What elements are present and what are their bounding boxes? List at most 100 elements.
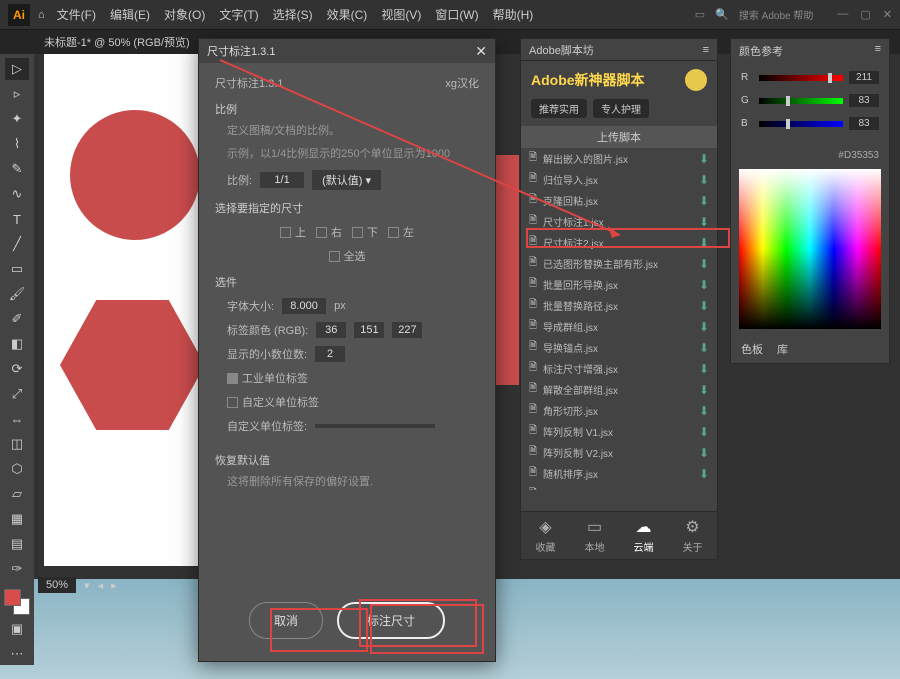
cancel-button[interactable]: 取消	[249, 602, 323, 639]
minimize-icon[interactable]: —	[837, 8, 848, 21]
layout-icon[interactable]: ▭	[695, 8, 705, 21]
menu-edit[interactable]: 编辑(E)	[110, 6, 150, 23]
download-icon[interactable]: ⬇	[699, 362, 709, 376]
download-icon[interactable]: ⬇	[699, 320, 709, 334]
dialog-titlebar[interactable]: 尺寸标注1.3.1 ✕	[199, 39, 495, 63]
menu-effect[interactable]: 效果(C)	[327, 6, 368, 23]
zoom-select[interactable]: 50%	[38, 577, 76, 593]
lasso-tool[interactable]: ⌇	[5, 133, 29, 155]
edit-toolbar[interactable]: ⋯	[5, 643, 29, 665]
script-item[interactable]: 🗎角形切形.jsx⬇	[521, 400, 717, 421]
home-icon[interactable]: ⌂	[38, 9, 45, 21]
magic-wand-tool[interactable]: ✦	[5, 108, 29, 130]
gradient-tool[interactable]: ▤	[5, 533, 29, 555]
menu-help[interactable]: 帮助(H)	[493, 6, 534, 23]
curvature-tool[interactable]: ∿	[5, 183, 29, 205]
mesh-tool[interactable]: ▦	[5, 508, 29, 530]
download-icon[interactable]: ⬇	[699, 278, 709, 292]
chk-bottom[interactable]: 下	[352, 224, 378, 240]
maximize-icon[interactable]: ▢	[860, 8, 870, 21]
perspective-tool[interactable]: ▱	[5, 483, 29, 505]
chk-top[interactable]: 上	[280, 224, 306, 240]
color-r-input[interactable]: 36	[316, 322, 346, 338]
g-value[interactable]: 83	[849, 94, 879, 107]
color-swatches[interactable]	[4, 589, 30, 615]
swatch-tab[interactable]: 色板	[741, 341, 763, 357]
chk-industrial[interactable]: 工业单位标签	[227, 370, 308, 386]
foreground-swatch[interactable]	[4, 589, 21, 606]
r-slider[interactable]	[759, 75, 843, 81]
script-item[interactable]: 🗎批量回形导换.jsx⬇	[521, 274, 717, 295]
tag-recommended[interactable]: 推荐实用	[531, 99, 587, 118]
width-tool[interactable]: ⇔	[5, 408, 29, 430]
download-icon[interactable]: ⬇	[699, 383, 709, 397]
script-item[interactable]: 🗎导换锚点.jsx⬇	[521, 337, 717, 358]
script-item[interactable]: 🗎标注尺寸增强.jsx⬇	[521, 358, 717, 379]
chk-right[interactable]: 右	[316, 224, 342, 240]
scale-default-select[interactable]: (默认值) ▾	[312, 170, 381, 190]
script-item[interactable]: 🗎归位导入.jsx⬇	[521, 169, 717, 190]
download-icon[interactable]: ⬇	[699, 152, 709, 166]
download-icon[interactable]: ⬇	[699, 446, 709, 460]
script-item[interactable]: 🗎解散全部群组.jsx⬇	[521, 379, 717, 400]
r-value[interactable]: 211	[849, 71, 879, 84]
tab-about[interactable]: ⚙关于	[683, 517, 703, 554]
script-item[interactable]: 🗎解出嵌入的图片.jsx⬇	[521, 148, 717, 169]
eraser-tool[interactable]: ◧	[5, 333, 29, 355]
g-slider[interactable]	[759, 98, 843, 104]
menu-window[interactable]: 窗口(W)	[435, 6, 478, 23]
download-icon[interactable]: ⬇	[699, 467, 709, 481]
shaper-tool[interactable]: ✐	[5, 308, 29, 330]
custom-input[interactable]	[315, 424, 435, 428]
brush-tool[interactable]: 🖌	[5, 283, 29, 305]
script-item[interactable]: 🗎随机排序.jsx⬇	[521, 463, 717, 484]
document-tab[interactable]: 未标题-1* @ 50% (RGB/预览)	[44, 34, 190, 50]
free-transform-tool[interactable]: ◫	[5, 433, 29, 455]
download-icon[interactable]: ⬇	[699, 341, 709, 355]
nav-prev-icon[interactable]: ◂	[98, 579, 104, 592]
menu-view[interactable]: 视图(V)	[381, 6, 421, 23]
rectangle-tool[interactable]: ▭	[5, 258, 29, 280]
zoom-dropdown-icon[interactable]: ▾	[84, 579, 90, 592]
scale-tool[interactable]: ⤢	[5, 383, 29, 405]
download-icon[interactable]: ⬇	[699, 488, 709, 491]
download-icon[interactable]: ⬇	[699, 425, 709, 439]
chk-custom[interactable]: 自定义单位标签	[227, 394, 319, 410]
script-item[interactable]: 🗎颜色效换脚本.jsx⬇	[521, 484, 717, 490]
download-icon[interactable]: ⬇	[699, 215, 709, 229]
screen-mode-tool[interactable]: ▣	[5, 618, 29, 640]
circle-shape[interactable]	[70, 110, 200, 240]
rotate-tool[interactable]: ⟳	[5, 358, 29, 380]
script-item[interactable]: 🗎阵列反制 V2.jsx⬇	[521, 442, 717, 463]
color-b-input[interactable]: 227	[392, 322, 422, 338]
b-value[interactable]: 83	[849, 117, 879, 130]
color-g-input[interactable]: 151	[354, 322, 384, 338]
menu-select[interactable]: 选择(S)	[273, 6, 313, 23]
color-spectrum[interactable]	[739, 169, 881, 329]
color-panel-menu-icon[interactable]: ≡	[875, 43, 881, 59]
download-icon[interactable]: ⬇	[699, 257, 709, 271]
chk-left[interactable]: 左	[388, 224, 414, 240]
script-item[interactable]: 🗎导成群组.jsx⬇	[521, 316, 717, 337]
tab-local[interactable]: ▭本地	[585, 517, 605, 554]
tab-favorite[interactable]: ◈收藏	[536, 517, 556, 554]
script-item[interactable]: 🗎尺寸标注2.jsx⬇	[521, 232, 717, 253]
menu-file[interactable]: 文件(F)	[57, 6, 96, 23]
script-item[interactable]: 🗎克隆回粘.jsx⬇	[521, 190, 717, 211]
script-item[interactable]: 🗎尺寸标注1.jsx⬇	[521, 211, 717, 232]
scale-input[interactable]: 1/1	[260, 172, 304, 188]
line-tool[interactable]: ╱	[5, 233, 29, 255]
decimals-input[interactable]: 2	[315, 346, 345, 362]
nav-next-icon[interactable]: ▸	[111, 579, 117, 592]
tab-cloud[interactable]: ☁云端	[634, 517, 654, 554]
dialog-close-icon[interactable]: ✕	[475, 43, 487, 60]
direct-select-tool[interactable]: ▹	[5, 83, 29, 105]
chk-all[interactable]: 全选	[329, 248, 366, 264]
eyedropper-tool[interactable]: ✑	[5, 558, 29, 580]
scripts-panel-title[interactable]: Adobe脚本坊 ≡	[521, 39, 717, 61]
library-tab[interactable]: 库	[777, 341, 788, 357]
ok-button[interactable]: 标注尺寸	[337, 602, 445, 639]
menu-type[interactable]: 文字(T)	[219, 6, 258, 23]
type-tool[interactable]: T	[5, 208, 29, 230]
search-icon[interactable]: 🔍	[715, 8, 729, 21]
